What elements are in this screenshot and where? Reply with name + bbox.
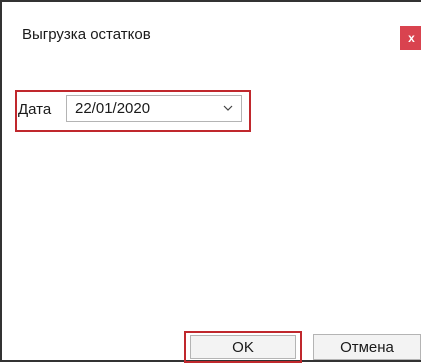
date-picker[interactable]: 22/01/2020 [66, 95, 242, 122]
date-value: 22/01/2020 [75, 100, 151, 117]
cancel-button[interactable]: Отмена [313, 334, 421, 360]
ok-button[interactable]: OK [190, 335, 296, 359]
chevron-down-icon[interactable] [221, 99, 235, 117]
dialog-title: Выгрузка остатков [22, 26, 151, 43]
dialog-window: Выгрузка остатков x Дата 22/01/2020 OK О… [0, 0, 421, 363]
date-label: Дата [18, 101, 52, 118]
close-button[interactable]: x [400, 26, 421, 50]
